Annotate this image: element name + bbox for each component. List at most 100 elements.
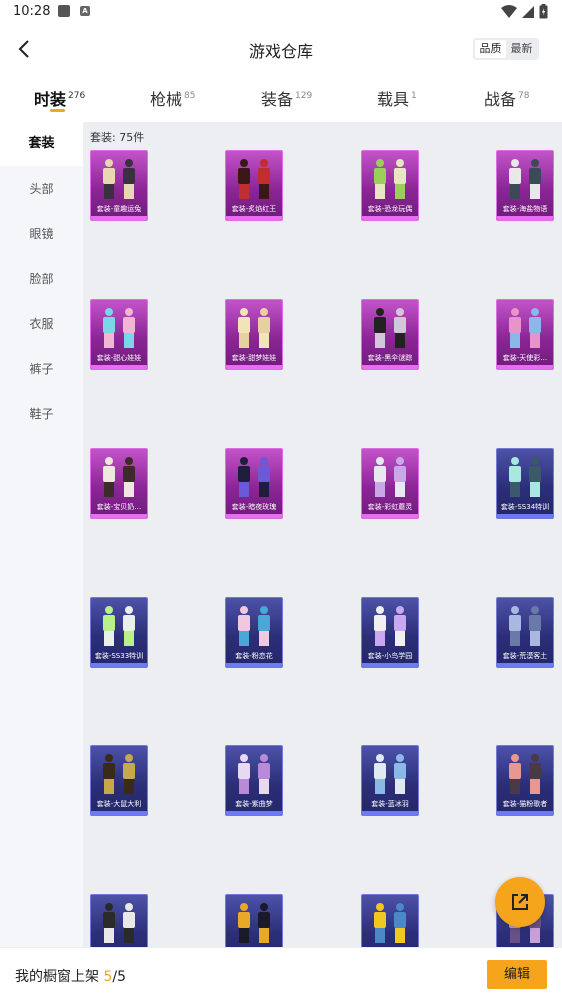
outfit-card[interactable]: 套装-炙焰红王	[225, 150, 283, 221]
outfit-card[interactable]: 套装-海盐物语	[496, 150, 554, 221]
outfit-card[interactable]: 套装-童趣运兔	[90, 150, 148, 221]
outfit-card[interactable]: 套装-粉恋花	[225, 597, 283, 668]
outfit-name: 套装-恐龙玩偶	[367, 205, 413, 213]
tab-fashion[interactable]: 时装 276	[34, 86, 85, 110]
rarity-strip	[362, 216, 418, 220]
sidebar-item-pants[interactable]: 裤子	[0, 347, 83, 391]
edit-button[interactable]: 编辑	[487, 960, 547, 989]
outfit-card[interactable]: 套装-大鼠大利	[90, 745, 148, 816]
outfit-name: 套装-童趣运兔	[96, 205, 142, 213]
tab-battle-prep[interactable]: 战备 78	[484, 86, 529, 110]
outfit-card[interactable]: 套装-恐龙玩偶	[361, 150, 419, 221]
outfit-name: 套装-炙焰红王	[231, 205, 277, 213]
outfit-card[interactable]: 套装-蓝冰羽	[361, 745, 419, 816]
outfit-preview-icon	[103, 457, 135, 497]
outfit-card[interactable]: 套装-紫曲梦	[225, 745, 283, 816]
rarity-strip	[362, 663, 418, 667]
outfit-name: 套装-蓝冰羽	[371, 800, 409, 808]
outfit-preview-icon	[103, 159, 135, 199]
outfit-preview-icon	[238, 754, 270, 794]
showcase-label: 我的橱窗上架 5/5	[15, 969, 126, 985]
outfit-name: 套装-SS33特训	[94, 652, 144, 660]
outfit-preview-icon	[238, 308, 270, 348]
tab-vehicles[interactable]: 载具 1	[377, 86, 417, 110]
outfit-name: 套装-猫粉歌者	[502, 800, 548, 808]
outfit-name: 套装-甜心娃娃	[96, 354, 142, 362]
outfit-preview-icon	[238, 457, 270, 497]
outfit-card[interactable]: 套装-小鸟学园	[361, 597, 419, 668]
sidebar-item-glasses[interactable]: 眼镜	[0, 212, 83, 256]
showcase-total: /5	[112, 969, 126, 985]
outfit-name: 套装-甜梦娃娃	[231, 354, 277, 362]
outfit-card[interactable]: 套装-猫粉歌者	[496, 745, 554, 816]
rarity-strip	[91, 811, 147, 815]
sidebar-item-head[interactable]: 头部	[0, 167, 83, 211]
outfit-preview-icon	[238, 606, 270, 646]
signal-icon	[522, 5, 534, 18]
outfit-name: 套装-黑伞谜踪	[367, 354, 413, 362]
sidebar-item-face[interactable]: 脸部	[0, 257, 83, 301]
sort-by-newest[interactable]: 最新	[506, 40, 537, 58]
outfit-name: 套装-荒漠客土	[502, 652, 548, 660]
share-button[interactable]	[495, 877, 545, 927]
outfit-name: 套装-海盐物语	[502, 205, 548, 213]
outfit-card[interactable]: 套装-暗夜玫瑰	[225, 448, 283, 519]
outfit-card[interactable]: 套装-黑伞谜踪	[361, 299, 419, 370]
rarity-strip	[91, 216, 147, 220]
outfit-card[interactable]	[90, 894, 148, 952]
outfit-preview-icon	[238, 903, 270, 943]
rarity-strip	[497, 216, 553, 220]
rarity-strip	[226, 216, 282, 220]
outfit-preview-icon	[509, 457, 541, 497]
outfit-card[interactable]: 套装-彩虹蘑灵	[361, 448, 419, 519]
sort-by-quality[interactable]: 品质	[475, 40, 506, 58]
sidebar: 套装 头部 眼镜 脸部 衣服 裤子 鞋子	[0, 122, 83, 952]
tab-equipment[interactable]: 装备 129	[261, 86, 312, 110]
rarity-strip	[362, 811, 418, 815]
wifi-icon	[501, 4, 517, 18]
outfit-card[interactable]: 套装-SS33特训	[90, 597, 148, 668]
outfit-preview-icon	[509, 308, 541, 348]
outfit-preview-icon	[374, 308, 406, 348]
outfit-preview-icon	[374, 457, 406, 497]
outfit-card[interactable]: 套装-宝贝奶…	[90, 448, 148, 519]
app-badge-icon: A	[80, 6, 90, 16]
outfit-preview-icon	[374, 903, 406, 943]
tab-count: 129	[295, 91, 313, 101]
outfit-card[interactable]	[361, 894, 419, 952]
rarity-strip	[91, 663, 147, 667]
outfit-preview-icon	[509, 159, 541, 199]
outfit-name: 套装-SS34特训	[500, 503, 550, 511]
outfit-name: 套装-天使彩…	[502, 354, 548, 362]
external-link-icon	[512, 894, 528, 910]
rarity-strip	[91, 514, 147, 518]
status-icons	[501, 4, 548, 19]
rarity-strip	[497, 663, 553, 667]
rarity-strip	[91, 365, 147, 369]
outfit-preview-icon	[103, 308, 135, 348]
outfit-card[interactable]: 套装-天使彩…	[496, 299, 554, 370]
status-bar: 10:28 A	[0, 0, 562, 24]
sidebar-item-clothes[interactable]: 衣服	[0, 302, 83, 346]
rarity-strip	[497, 811, 553, 815]
app-header: 游戏仓库 品质 最新	[0, 24, 562, 74]
rarity-strip	[226, 663, 282, 667]
outfit-name: 套装-彩虹蘑灵	[367, 503, 413, 511]
sort-toggle[interactable]: 品质 最新	[473, 38, 539, 60]
outfit-preview-icon	[374, 754, 406, 794]
rarity-strip	[497, 514, 553, 518]
rarity-strip	[497, 365, 553, 369]
item-count: 套装: 75件	[90, 131, 145, 144]
rarity-strip	[226, 811, 282, 815]
outfit-preview-icon	[238, 159, 270, 199]
outfit-name: 套装-大鼠大利	[96, 800, 142, 808]
outfit-card[interactable]: 套装-SS34特训	[496, 448, 554, 519]
outfit-card[interactable]: 套装-甜心娃娃	[90, 299, 148, 370]
tab-guns[interactable]: 枪械 85	[150, 86, 195, 110]
sidebar-item-outfit[interactable]: 套装	[0, 122, 83, 166]
outfit-card[interactable]	[225, 894, 283, 952]
outfit-card[interactable]: 套装-甜梦娃娃	[225, 299, 283, 370]
sidebar-item-shoes[interactable]: 鞋子	[0, 392, 83, 436]
outfit-name: 套装-小鸟学园	[367, 652, 413, 660]
outfit-card[interactable]: 套装-荒漠客土	[496, 597, 554, 668]
